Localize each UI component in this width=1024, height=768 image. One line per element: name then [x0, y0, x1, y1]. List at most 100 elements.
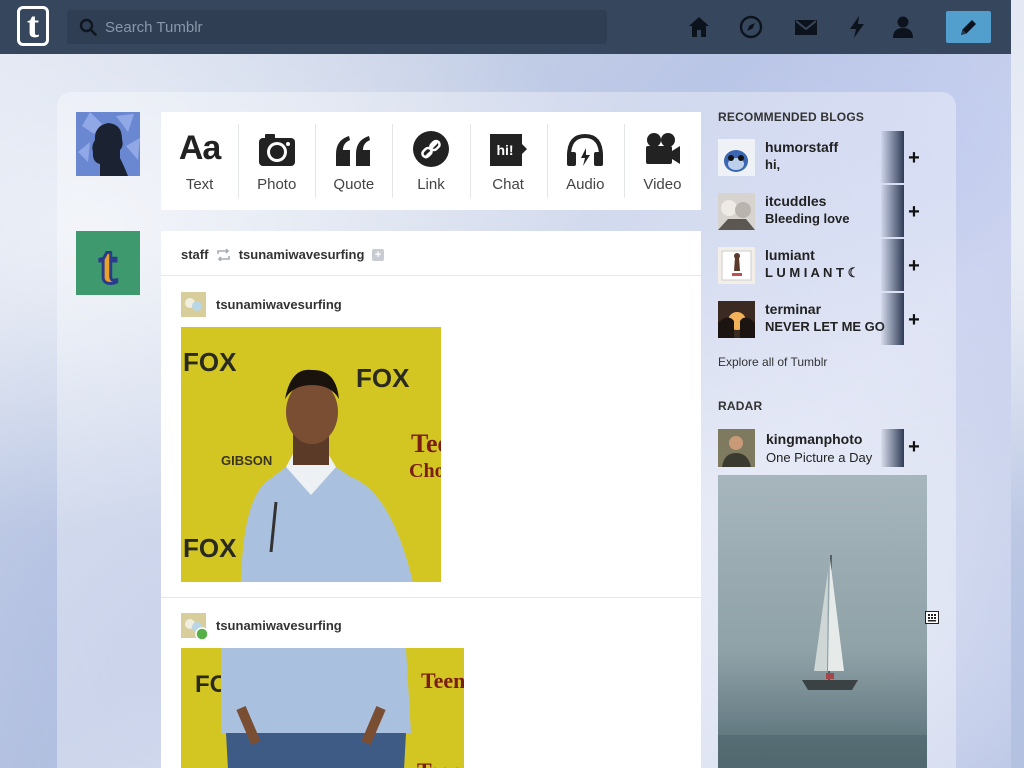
- post-type-bar: Aa Text Photo Quote Link hi! Chat Audio …: [161, 112, 701, 210]
- post-photo[interactable]: FO Teen Teen: [181, 648, 464, 768]
- svg-text:Teen: Teen: [417, 758, 461, 768]
- follow-button[interactable]: +: [905, 202, 923, 222]
- search-input[interactable]: [105, 10, 595, 44]
- blog-name[interactable]: lumiant: [765, 247, 815, 263]
- avatar-image: [718, 301, 755, 338]
- quote-icon: [335, 136, 370, 166]
- account-icon[interactable]: [890, 14, 916, 40]
- blog-description: L U M I A N T ☾: [765, 265, 860, 280]
- avatar-image: [718, 429, 755, 467]
- pencil-icon: [961, 20, 976, 35]
- avatar-image: [718, 193, 755, 230]
- post-header: staff tsunamiwavesurfing +: [161, 231, 701, 276]
- chat-icon: hi!: [490, 134, 528, 166]
- post-type-label: Quote: [333, 176, 375, 193]
- recommended-blog[interactable]: itcuddles Bleeding love: [718, 185, 904, 237]
- post-type-audio[interactable]: Audio: [546, 112, 624, 210]
- tumblr-t-logo: t: [76, 231, 140, 297]
- blog-row-fade: [881, 131, 904, 183]
- post-type-label: Chat: [492, 176, 524, 193]
- search-icon: [79, 18, 97, 36]
- text-icon: Aa: [178, 129, 221, 167]
- follow-button[interactable]: +: [905, 148, 923, 168]
- entry-blog-name[interactable]: tsunamiwavesurfing: [216, 297, 342, 312]
- radar-title: RADAR: [718, 399, 763, 413]
- blog-description: Bleeding love: [765, 211, 850, 226]
- blog-name[interactable]: itcuddles: [765, 193, 826, 209]
- post-type-photo[interactable]: Photo: [238, 112, 315, 210]
- mail-icon[interactable]: [793, 14, 819, 40]
- post-type-video[interactable]: Video: [623, 112, 701, 210]
- avatar-image: [181, 292, 206, 317]
- avatar-image: [181, 613, 209, 641]
- radar-blog[interactable]: kingmanphoto One Picture a Day: [718, 429, 904, 467]
- tumblr-logo[interactable]: t: [17, 6, 51, 48]
- reblogger-name[interactable]: staff: [181, 247, 208, 262]
- home-icon[interactable]: [686, 14, 712, 40]
- entry-avatar[interactable]: [181, 613, 209, 641]
- follow-button[interactable]: +: [905, 256, 923, 276]
- recommended-blog[interactable]: humorstaff hi,: [718, 131, 904, 183]
- source-blog-name[interactable]: tsunamiwavesurfing: [239, 247, 365, 262]
- post-type-label: Text: [185, 176, 214, 193]
- blog-row-fade: [881, 239, 904, 291]
- headphones-icon: [567, 133, 604, 166]
- blog-avatar[interactable]: [718, 139, 755, 176]
- chat-icon-text: hi!: [497, 142, 514, 158]
- post-type-label: Photo: [257, 176, 297, 193]
- svg-text:Teen: Teen: [421, 668, 464, 693]
- compose-button[interactable]: [946, 11, 991, 43]
- link-icon: [412, 131, 449, 167]
- blog-description: hi,: [765, 157, 781, 172]
- recommended-blog[interactable]: terminar NEVER LET ME GO: [718, 293, 904, 345]
- svg-text:FOX: FOX: [183, 347, 237, 377]
- svg-text:Teen: Teen: [411, 429, 441, 458]
- staff-avatar[interactable]: t: [76, 231, 140, 297]
- blog-row-fade: [881, 293, 904, 345]
- reblog-icon: [217, 248, 230, 261]
- blog-name[interactable]: kingmanphoto: [766, 431, 862, 447]
- svg-text:Choi: Choi: [409, 460, 441, 482]
- sailboat-image: [718, 475, 927, 768]
- search-bar[interactable]: [67, 10, 607, 44]
- blog-avatar[interactable]: [718, 429, 755, 467]
- explore-link[interactable]: Explore all of Tumblr: [718, 355, 827, 369]
- post-type-link[interactable]: Link: [392, 112, 469, 210]
- post-type-label: Audio: [566, 176, 605, 193]
- blog-avatar[interactable]: [718, 247, 755, 284]
- radar-photo[interactable]: [718, 475, 927, 768]
- svg-text:GIBSON: GIBSON: [221, 453, 272, 468]
- entry-blog-name[interactable]: tsunamiwavesurfing: [216, 618, 342, 633]
- activity-icon[interactable]: [844, 14, 870, 40]
- blog-avatar[interactable]: [718, 193, 755, 230]
- blog-name[interactable]: terminar: [765, 301, 821, 317]
- post-type-label: Video: [643, 176, 682, 193]
- post-type-label: Link: [417, 176, 445, 193]
- photo-image: FO Teen Teen: [181, 648, 464, 768]
- follow-button[interactable]: +: [905, 437, 923, 457]
- reblog-trail: staff tsunamiwavesurfing +: [181, 246, 385, 262]
- recommended-blog[interactable]: lumiant L U M I A N T ☾: [718, 239, 904, 291]
- explore-icon[interactable]: [738, 14, 764, 40]
- blog-name[interactable]: humorstaff: [765, 139, 838, 155]
- entry-divider: [161, 597, 701, 598]
- video-camera-icon: [646, 133, 681, 164]
- follow-button[interactable]: +: [905, 310, 923, 330]
- blog-description: NEVER LET ME GO: [765, 319, 885, 334]
- keyboard-shortcuts-icon[interactable]: [925, 611, 939, 624]
- user-silhouette-image: [76, 112, 140, 176]
- post-card: staff tsunamiwavesurfing + tsunamiwavesu…: [161, 231, 701, 768]
- post-photo[interactable]: FOX FOX FOX GIBSON Teen Choi: [181, 327, 441, 582]
- entry-avatar[interactable]: [181, 292, 206, 317]
- recommended-blogs-title: RECOMMENDED BLOGS: [718, 110, 865, 124]
- post-type-quote[interactable]: Quote: [315, 112, 392, 210]
- expand-icon[interactable]: +: [372, 248, 385, 261]
- post-type-chat[interactable]: hi! Chat: [469, 112, 547, 210]
- svg-text:FOX: FOX: [356, 363, 410, 393]
- blog-row-fade: [881, 429, 904, 467]
- blog-avatar[interactable]: [718, 301, 755, 338]
- post-type-text[interactable]: Aa Text: [161, 112, 238, 210]
- user-avatar[interactable]: [76, 112, 140, 176]
- svg-text:FOX: FOX: [183, 533, 237, 563]
- svg-text:t: t: [99, 235, 117, 295]
